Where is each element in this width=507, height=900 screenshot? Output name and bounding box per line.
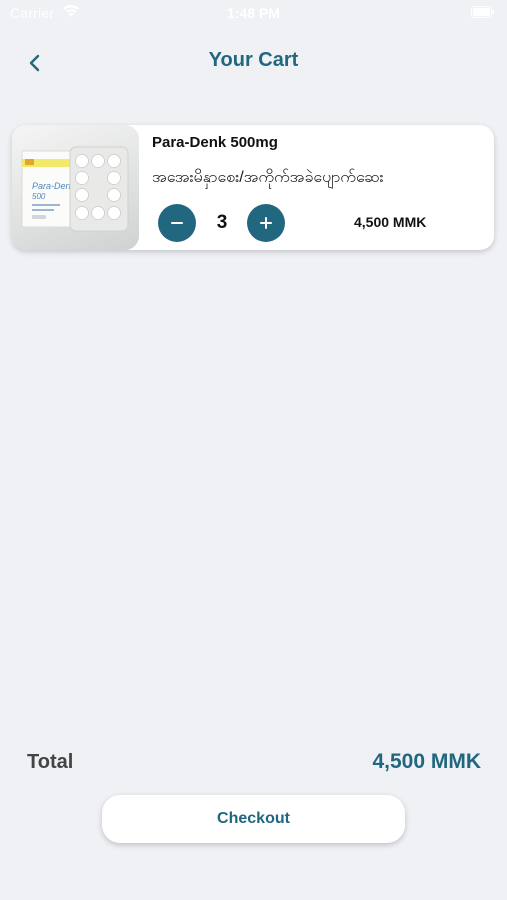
package-strength-text: 500 xyxy=(32,192,46,201)
item-price: 4,500 MMK xyxy=(354,214,427,230)
product-image: Para-Denk 500 xyxy=(12,125,139,250)
product-name: Para-Denk 500mg xyxy=(152,134,278,151)
medicine-package-illustration: Para-Denk 500 xyxy=(21,146,129,232)
page-title: Your Cart xyxy=(208,49,299,71)
total-label: Total xyxy=(27,751,74,773)
status-bar: Carrier 1:48 PM xyxy=(0,0,507,28)
cart-item: Para-Denk 500 Para-Denk 500mg အအေးမိနှာစ… xyxy=(12,125,494,250)
battery-icon xyxy=(471,6,495,18)
status-time: 1:48 PM xyxy=(227,5,280,21)
decrease-quantity-button[interactable] xyxy=(158,204,196,242)
plus-icon xyxy=(260,217,272,229)
checkout-button[interactable]: Checkout xyxy=(102,795,405,843)
product-description: အအေးမိနှာစေး/အကိုက်အခဲပျောက်ဆေး xyxy=(152,169,384,186)
package-brand-text: Para-Denk xyxy=(32,181,76,191)
increase-quantity-button[interactable] xyxy=(247,204,285,242)
minus-icon xyxy=(171,222,183,224)
total-value: 4,500 MMK xyxy=(372,750,481,773)
quantity-value: 3 xyxy=(216,212,228,233)
nav-bar: Your Cart xyxy=(0,40,507,84)
